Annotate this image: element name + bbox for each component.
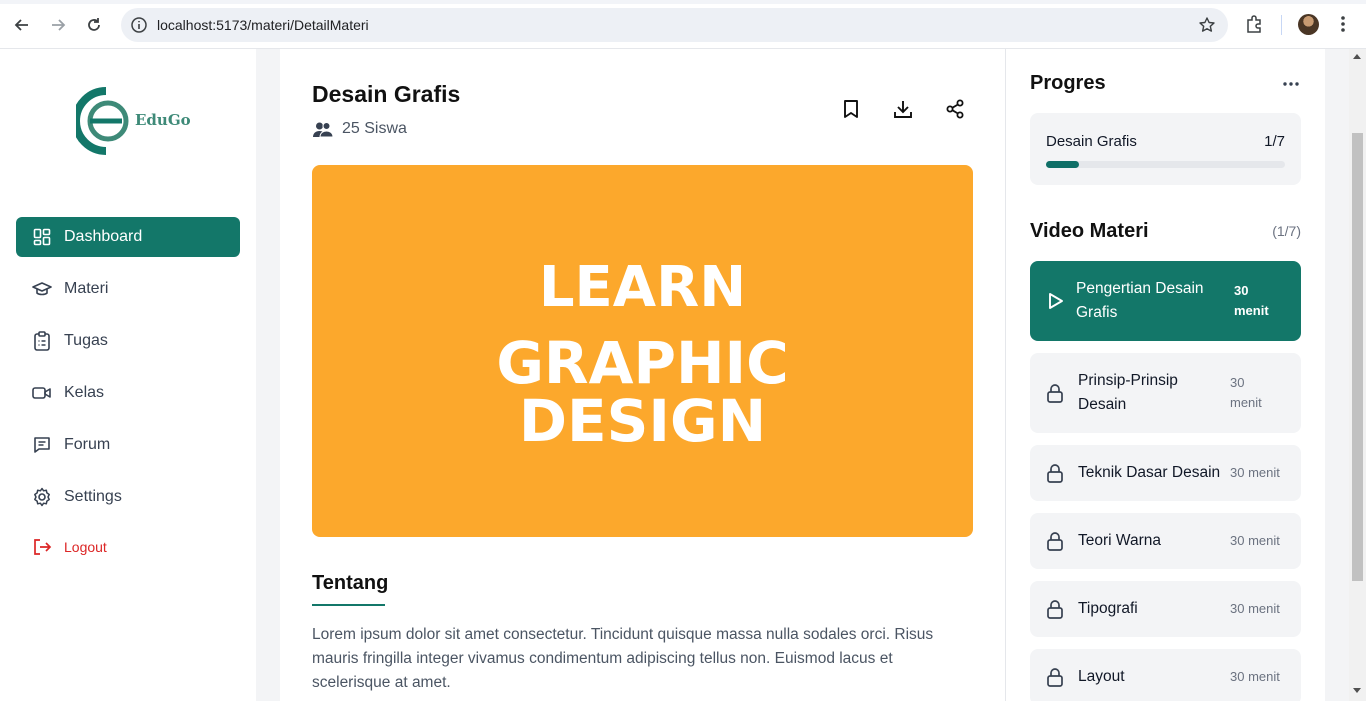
sidebar-item-label: Forum — [64, 436, 111, 453]
video-item-label: Teori Warna — [1078, 532, 1161, 549]
page-scrollbar[interactable] — [1349, 49, 1366, 701]
reload-icon — [88, 18, 100, 31]
sidebar-item-kelas[interactable]: Kelas — [16, 373, 240, 413]
bookmark-button[interactable] — [839, 97, 863, 121]
graduation-cap-icon — [32, 279, 52, 299]
progress-title: Progres — [1030, 72, 1106, 94]
video-item-teori-warna[interactable]: Teori Warna 30 menit — [1030, 513, 1301, 569]
tab-strip — [0, 0, 1366, 4]
sidebar-item-dashboard[interactable]: Dashboard — [16, 217, 240, 257]
users-icon — [313, 122, 334, 138]
video-item-duration: 30 menit — [1234, 283, 1269, 318]
video-item-duration: 30 menit — [1230, 375, 1262, 410]
sidebar-item-label: Dashboard — [64, 228, 143, 245]
sidebar: EduGo Dashboard Materi Tugas Kelas Forum — [0, 49, 256, 701]
play-icon — [1049, 293, 1063, 309]
chat-icon — [32, 435, 52, 455]
hero-line-learn: LEARN — [538, 255, 747, 320]
video-item-pengertian-desain-grafis[interactable]: Pengertian Desain Grafis 30 menit — [1030, 261, 1301, 341]
info-icon — [131, 17, 147, 33]
toolbar-separator — [1281, 15, 1282, 35]
lock-icon — [1047, 668, 1063, 687]
scroll-down-arrow[interactable] — [1353, 688, 1361, 693]
reload-button[interactable] — [83, 14, 105, 36]
course-hero-image: LEARN GRAPHIC DESIGN — [312, 165, 973, 537]
student-count-text: 25 Siswa — [342, 120, 407, 137]
hero-line-graphic: GRAPHIC — [496, 329, 789, 397]
lock-icon — [1047, 384, 1063, 403]
hero-line-design: DESIGN — [518, 387, 767, 455]
address-bar[interactable]: localhost:5173/materi/DetailMateri — [121, 8, 1228, 42]
lock-icon — [1047, 600, 1063, 619]
back-button[interactable] — [11, 14, 33, 36]
scroll-up-arrow[interactable] — [1353, 54, 1361, 59]
video-materials-title: Video Materi — [1030, 220, 1149, 242]
forward-button[interactable] — [47, 14, 69, 36]
video-item-prinsip-prinsip-desain[interactable]: Prinsip-Prinsip Desain 30 menit — [1030, 353, 1301, 433]
dashboard-icon — [32, 227, 52, 247]
sidebar-item-label: Tugas — [64, 332, 108, 349]
video-item-teknik-dasar-desain[interactable]: Teknik Dasar Desain 30 menit — [1030, 445, 1301, 501]
browser-toolbar: localhost:5173/materi/DetailMateri — [0, 0, 1366, 49]
video-item-label: Teknik Dasar Desain — [1078, 464, 1221, 481]
video-item-duration: 30 menit — [1230, 601, 1280, 616]
progress-bar-fill — [1046, 161, 1080, 168]
sidebar-item-label: Materi — [64, 280, 109, 297]
progress-bar — [1046, 161, 1285, 168]
url-text[interactable]: localhost:5173/materi/DetailMateri — [157, 17, 369, 33]
sidebar-item-label: Kelas — [64, 384, 105, 401]
logo-text: EduGo — [135, 111, 191, 129]
progress-course-name: Desain Grafis — [1046, 133, 1137, 150]
logout-label: Logout — [64, 539, 107, 555]
about-description: Lorem ipsum dolor sit amet consectetur. … — [312, 626, 934, 691]
edugo-logo: EduGo — [72, 87, 191, 155]
extensions-icon[interactable] — [1244, 14, 1264, 34]
logout-icon — [32, 537, 52, 557]
logo-mark-icon — [72, 87, 129, 155]
arrow-left-icon — [14, 19, 28, 31]
bookmark-star-icon — [1199, 17, 1215, 32]
logout-button[interactable]: Logout — [16, 527, 240, 567]
video-materials-count: (1/7) — [1272, 223, 1301, 239]
sidebar-item-forum[interactable]: Forum — [16, 425, 240, 465]
gear-icon — [32, 487, 52, 507]
lock-icon — [1047, 464, 1063, 483]
student-count: 25 Siswa — [312, 120, 407, 138]
more-vert-icon[interactable] — [1335, 13, 1351, 35]
video-item-label: Layout — [1078, 668, 1125, 685]
share-button[interactable] — [943, 97, 967, 121]
more-horiz-icon[interactable] — [1282, 75, 1300, 93]
sidebar-item-tugas[interactable]: Tugas — [16, 321, 240, 361]
download-icon — [894, 101, 912, 118]
right-gutter — [1325, 49, 1349, 701]
progress-card: Desain Grafis 1/7 — [1030, 113, 1301, 185]
left-gutter — [256, 49, 280, 701]
video-item-duration: 30 menit — [1230, 669, 1280, 684]
clipboard-icon — [32, 331, 52, 351]
progress-count: 1/7 — [1264, 133, 1285, 150]
video-icon — [32, 383, 52, 403]
sidebar-item-settings[interactable]: Settings — [16, 477, 240, 517]
course-title: Desain Grafis — [312, 81, 461, 107]
bookmark-icon — [844, 100, 858, 118]
video-item-tipografi[interactable]: Tipografi 30 menit — [1030, 581, 1301, 637]
video-item-label: Pengertian Desain Grafis — [1076, 280, 1204, 321]
sidebar-item-label: Settings — [64, 488, 122, 505]
lock-icon — [1047, 532, 1063, 551]
sidebar-item-materi[interactable]: Materi — [16, 269, 240, 309]
about-tab[interactable]: Tentang — [312, 572, 388, 595]
scrollbar-thumb[interactable] — [1352, 133, 1363, 581]
video-item-duration: 30 menit — [1230, 533, 1280, 548]
video-item-label: Prinsip-Prinsip Desain — [1078, 372, 1178, 413]
about-tab-underline — [312, 604, 385, 606]
profile-avatar[interactable] — [1298, 14, 1319, 35]
video-item-layout[interactable]: Layout 30 menit — [1030, 649, 1301, 701]
video-item-label: Tipografi — [1078, 600, 1138, 617]
progress-panel: Progres Desain Grafis 1/7 Video Materi (… — [1006, 49, 1325, 701]
download-button[interactable] — [891, 97, 915, 121]
main-content: Desain Grafis 25 Siswa LEARN GRAPHIC DES… — [280, 49, 1005, 701]
video-item-duration: 30 menit — [1230, 465, 1280, 480]
arrow-right-icon — [52, 19, 66, 31]
share-icon — [946, 99, 964, 119]
